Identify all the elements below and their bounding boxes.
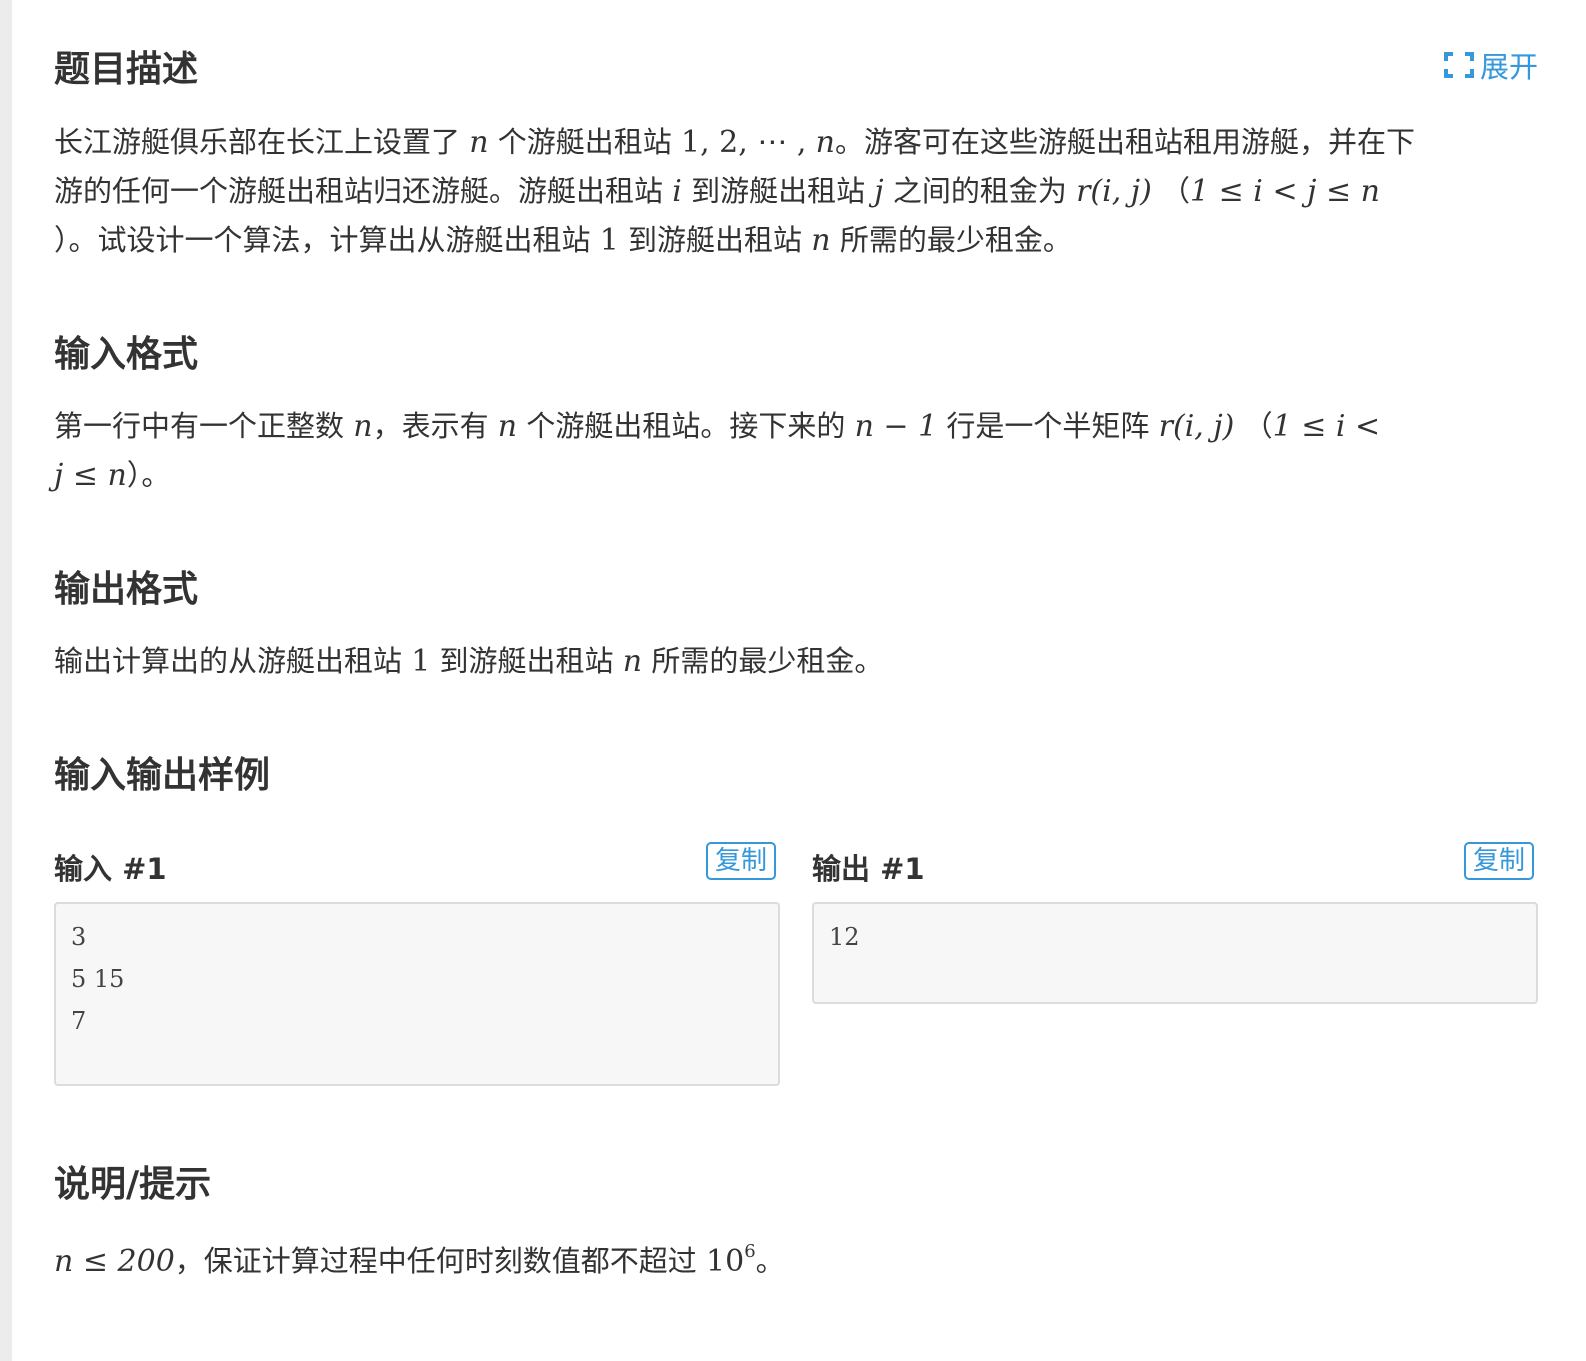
left-gutter (0, 0, 12, 1361)
section-title-output-format: 输出格式 (54, 569, 199, 610)
description-text: 长江游艇俱乐部在长江上设置了 n 个游艇出租站 1, 2, ⋯ , n。游客可在… (54, 125, 1415, 258)
output-sample-label: 输出 #1 (812, 852, 925, 886)
fullscreen-icon (1443, 52, 1474, 78)
problem-card: 题目描述 展开 长江游艇俱乐部在长江上设置了 n 个游艇出租站 1, 2, ⋯ … (12, 0, 1586, 1361)
section-title-description: 题目描述 (54, 49, 199, 90)
copy-output-button[interactable]: 复制 (1464, 842, 1534, 880)
expand-button[interactable]: 展开 (1443, 44, 1538, 86)
output-format-text: 输出计算出的从游艇出租站 1 到游艇出租站 n 所需的最少租金。 (54, 644, 884, 679)
hint-text: n ≤ 200，保证计算过程中任何时刻数值都不超过 106。 (54, 1241, 785, 1279)
input-sample-box[interactable]: 3 5 15 7 (54, 902, 780, 1086)
section-title-samples: 输入输出样例 (54, 755, 271, 796)
input-format-text: 第一行中有一个正整数 n，表示有 n 个游艇出租站。接下来的 n − 1 行是一… (54, 409, 1381, 493)
expand-label: 展开 (1479, 50, 1538, 84)
section-title-hint: 说明/提示 (54, 1164, 212, 1205)
input-sample-label: 输入 #1 (54, 852, 167, 886)
output-sample-box[interactable]: 12 (812, 902, 1538, 1004)
copy-input-button[interactable]: 复制 (706, 842, 776, 880)
section-title-input-format: 输入格式 (54, 334, 199, 375)
